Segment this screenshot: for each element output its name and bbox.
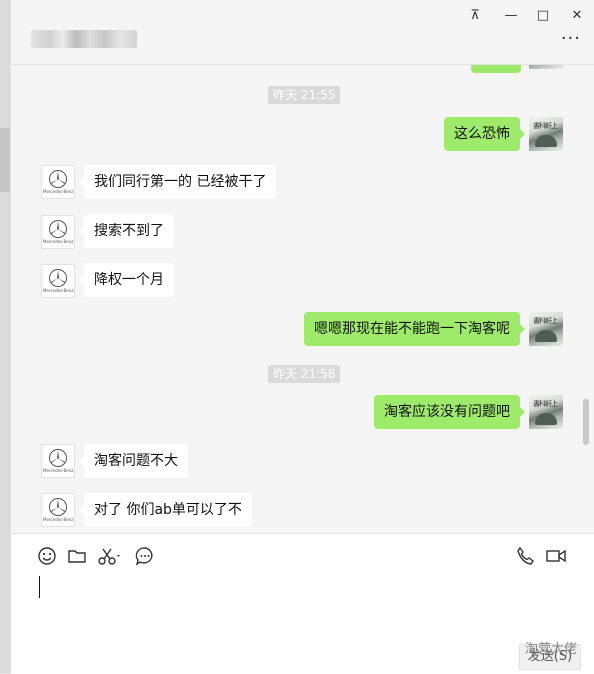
emoji-icon[interactable] (37, 546, 57, 566)
video-icon[interactable] (545, 546, 567, 566)
message-bubble-sent[interactable]: 淘客应该没有问题吧 (374, 395, 525, 429)
close-button[interactable]: ✕ (565, 6, 589, 26)
contact-name-blurred (31, 30, 137, 48)
mercedes-logo-icon (49, 220, 67, 238)
mercedes-logo-icon (49, 170, 67, 188)
message-input[interactable] (39, 576, 40, 598)
minimize-button[interactable]: — (499, 6, 523, 26)
background-window-edge (0, 0, 10, 673)
message-list-scrollbar[interactable] (583, 399, 589, 445)
more-options-button[interactable]: ··· (561, 30, 581, 48)
message-bubble-sent[interactable]: 这么恐怖 (444, 117, 525, 151)
contact-avatar[interactable]: Mercedes-Benz (41, 493, 75, 527)
message-bubble-received[interactable]: 对了 你们ab单可以了不 (79, 493, 252, 527)
watermark: 淘营大佬 (524, 642, 577, 657)
contact-avatar[interactable]: Mercedes-Benz (41, 264, 75, 298)
scissors-icon[interactable] (97, 546, 123, 566)
background-scrollbar-thumb (0, 128, 10, 192)
contact-avatar[interactable]: Mercedes-Benz (41, 215, 75, 249)
message-bubble-received[interactable]: 降权一个月 (79, 263, 174, 297)
self-avatar[interactable]: 書科軒上 (529, 312, 563, 346)
mercedes-logo-icon (49, 269, 67, 287)
contact-avatar[interactable]: Mercedes-Benz (41, 165, 75, 199)
composer: 发送(S) 淘营大佬 (11, 533, 594, 674)
self-avatar[interactable] (529, 65, 563, 69)
folder-icon[interactable] (67, 546, 87, 566)
message-bubble-received[interactable]: 淘客问题不大 (79, 444, 188, 478)
message-bubble-partial[interactable] (471, 65, 521, 73)
chat-window: ⊼ — □ ✕ ··· 昨天 21:55 这么恐怖 書科軒上 Mercedes-… (10, 0, 594, 674)
contact-avatar[interactable]: Mercedes-Benz (41, 444, 75, 478)
self-avatar[interactable]: 書科軒上 (529, 395, 563, 429)
message-list[interactable]: 昨天 21:55 这么恐怖 書科軒上 Mercedes-Benz 我们同行第一的… (11, 65, 594, 532)
title-bar: ⊼ — □ ✕ ··· (11, 0, 594, 65)
message-bubble-sent[interactable]: 嗯嗯那现在能不能跑一下淘客呢 (304, 312, 525, 346)
timestamp: 昨天 21:55 (268, 86, 341, 104)
chat-bubble-icon[interactable] (135, 546, 155, 566)
mercedes-logo-icon (49, 498, 67, 516)
mercedes-logo-icon (49, 449, 67, 467)
maximize-button[interactable]: □ (531, 6, 555, 26)
message-bubble-received[interactable]: 搜索不到了 (79, 214, 174, 248)
self-avatar[interactable]: 書科軒上 (529, 117, 563, 151)
message-bubble-received[interactable]: 我们同行第一的 已经被干了 (78, 165, 277, 199)
phone-icon[interactable] (515, 546, 535, 566)
timestamp: 昨天 21:58 (268, 365, 341, 383)
pin-button[interactable]: ⊼ (463, 6, 487, 26)
